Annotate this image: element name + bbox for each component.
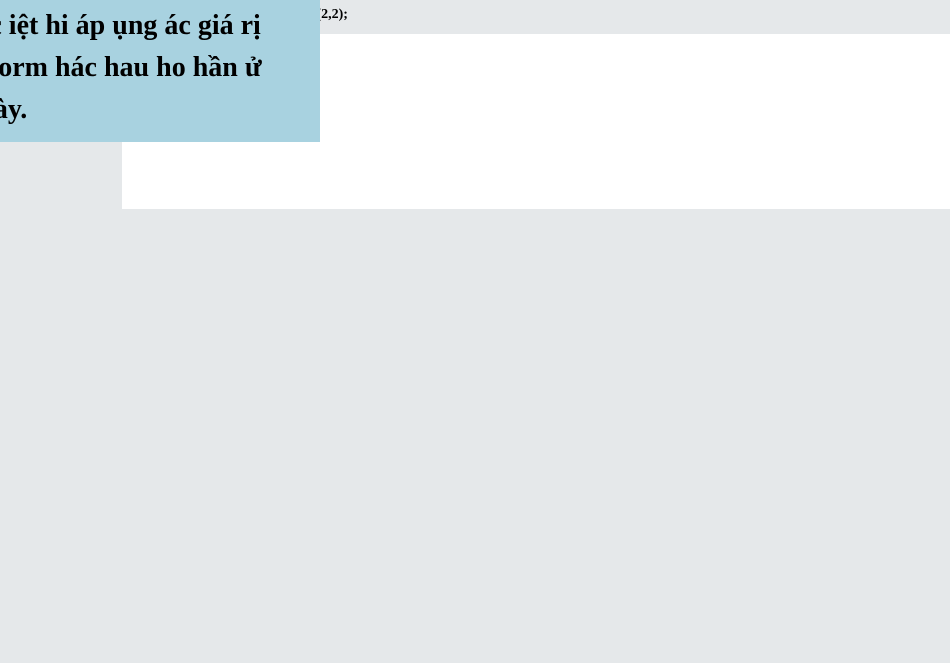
- transformed-div: ự hác iệt hi áp ụng ác giá rị ransform h…: [0, 0, 320, 142]
